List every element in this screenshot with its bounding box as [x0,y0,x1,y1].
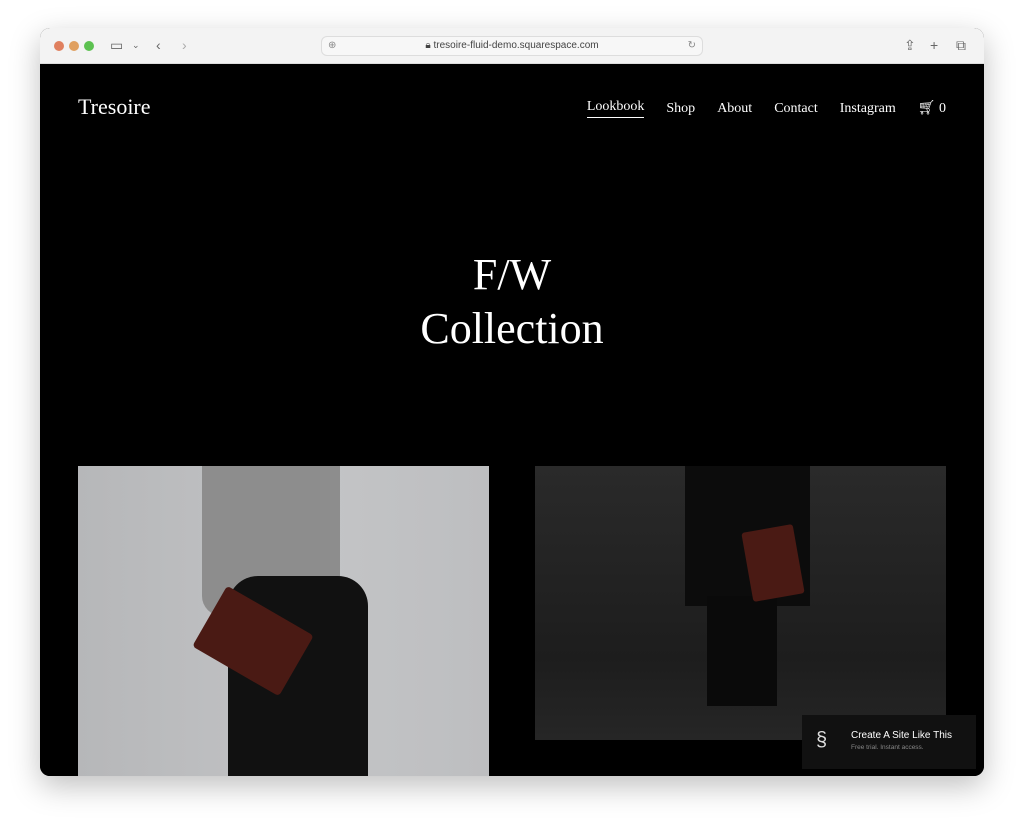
squarespace-logo-icon: § [816,729,828,751]
nav-lookbook[interactable]: Lookbook [586,99,645,118]
new-tab-icon[interactable]: + [930,37,938,53]
cart-count: 0 [939,101,946,116]
back-icon[interactable]: ‹ [156,37,161,53]
cart-button[interactable]: 🛒︎ 0 [918,100,946,117]
nav-shop[interactable]: Shop [666,101,695,117]
badge-subtitle: Free trial. Instant access. [851,744,924,751]
url-text: tresoire-fluid-demo.squarespace.com [433,40,599,51]
maximize-window-button[interactable] [84,41,94,51]
main-nav: Lookbook Shop About Contact Instagram 🛒︎… [586,99,946,118]
browser-toolbar: ▭ ⌄ ‹ › ⊕ 🔒︎ tresoire-fluid-demo.squares… [40,28,984,64]
browser-window: ▭ ⌄ ‹ › ⊕ 🔒︎ tresoire-fluid-demo.squares… [40,28,984,776]
forward-icon[interactable]: › [182,37,187,53]
lookbook-image-2[interactable] [535,466,946,740]
tabs-overview-icon[interactable]: ⧉ [956,37,966,53]
site-logo[interactable]: Tresoire [78,94,151,120]
reload-icon[interactable]: ↻ [688,37,696,55]
nav-contact[interactable]: Contact [774,101,818,117]
address-bar[interactable]: ⊕ 🔒︎ tresoire-fluid-demo.squarespace.com… [321,36,703,56]
close-window-button[interactable] [54,41,64,51]
hero-line-1: F/W [472,250,552,299]
hero-title: F/W Collection [40,248,984,356]
cart-icon: 🛒︎ [917,100,936,116]
badge-title: Create A Site Like This [851,730,952,741]
chevron-down-icon[interactable]: ⌄ [132,37,140,53]
create-site-badge[interactable]: § Create A Site Like This Free trial. In… [802,715,976,769]
nav-about[interactable]: About [717,101,752,117]
page-content: Tresoire Lookbook Shop About Contact Ins… [40,64,984,776]
minimize-window-button[interactable] [69,41,79,51]
sidebar-icon[interactable]: ▭ [110,37,123,53]
lookbook-image-1[interactable] [78,466,489,776]
nav-instagram[interactable]: Instagram [840,101,896,117]
lock-icon: 🔒︎ [425,40,434,51]
privacy-icon: ⊕ [328,40,337,51]
hero-line-2: Collection [420,304,604,353]
share-icon[interactable]: ⇪ [904,37,916,53]
